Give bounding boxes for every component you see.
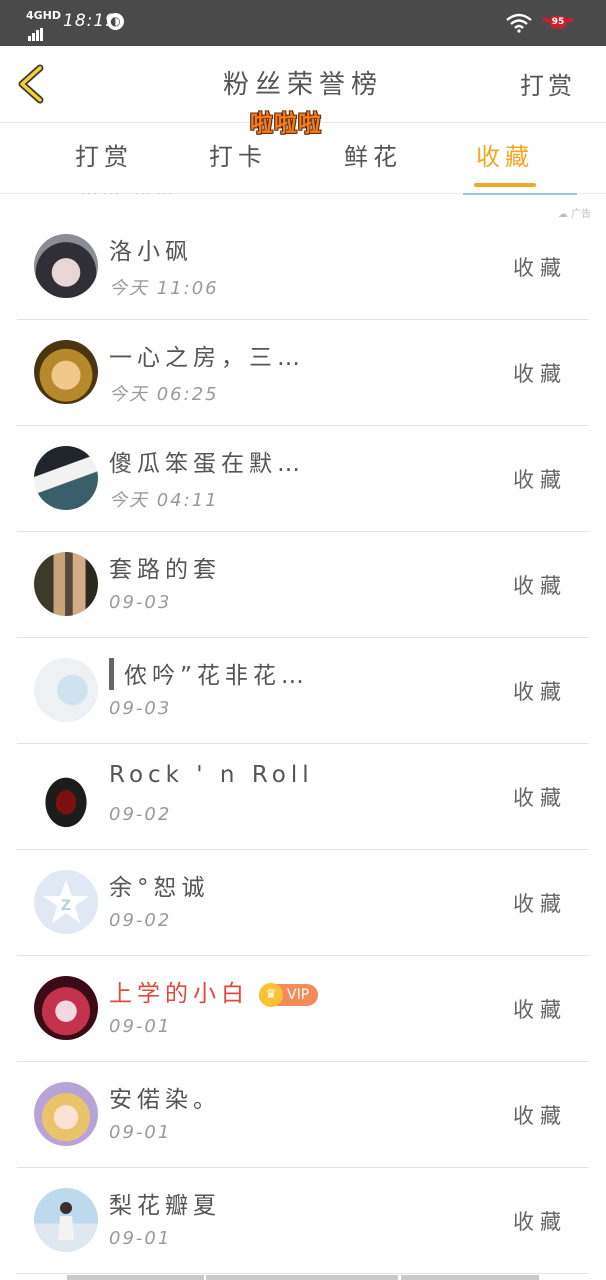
- active-tab-indicator: [474, 183, 536, 187]
- blonde-anime-avatar[interactable]: [34, 1082, 98, 1146]
- reward-button[interactable]: 打赏: [520, 66, 576, 101]
- collect-label: 收藏: [513, 1210, 567, 1234]
- bottom-shadow: [401, 1275, 539, 1280]
- dark-character-avatar[interactable]: [34, 764, 98, 828]
- list-item[interactable]: Rock ' n Roll 09-02 收藏: [17, 744, 589, 850]
- collect-label: 收藏: [513, 1104, 567, 1128]
- user-name: 安偌染。: [109, 1087, 221, 1113]
- vip-badge: ♛ VIP: [259, 982, 319, 1007]
- page-title: 粉丝荣誉榜: [222, 70, 383, 100]
- collect-date: 09-02: [109, 804, 172, 825]
- list-item[interactable]: Z 余°恕诚 09-02 收藏: [17, 850, 589, 956]
- battery-icon: 95: [543, 14, 573, 30]
- collect-date: 09-03: [109, 698, 172, 719]
- user-name: 傻瓜笨蛋在默…: [109, 451, 305, 477]
- user-name: 洛小砜: [109, 239, 193, 265]
- tab-reward[interactable]: 打赏: [75, 137, 133, 172]
- cut-off-banner-text: …… ……: [80, 180, 178, 194]
- collect-label: 收藏: [513, 362, 567, 386]
- collect-label: 收藏: [513, 680, 567, 704]
- anime-blur-avatar[interactable]: [34, 658, 98, 722]
- bottom-shadow: [206, 1275, 398, 1280]
- user-name: 余°恕诚: [109, 875, 210, 901]
- collect-label: 收藏: [513, 892, 567, 916]
- star-icon: Z: [43, 880, 89, 923]
- decorative-sticker-text: 啦啦啦: [250, 111, 322, 137]
- list-item[interactable]: 傻瓜笨蛋在默… 今天 04:11 收藏: [17, 426, 589, 532]
- user-name: 套路的套: [109, 557, 221, 583]
- collect-label: 收藏: [513, 998, 567, 1022]
- user-name: 侬吟”花非花…: [109, 656, 309, 690]
- anime-boy-avatar[interactable]: [34, 446, 98, 510]
- qq-default-avatar[interactable]: Z: [34, 870, 98, 934]
- list-item[interactable]: 安偌染。 09-01 收藏: [17, 1062, 589, 1168]
- collect-date: 今天 06:25: [109, 384, 219, 405]
- collect-label: 收藏: [513, 468, 567, 492]
- collect-label: 收藏: [513, 786, 567, 810]
- girl-photo-avatar[interactable]: [34, 1188, 98, 1252]
- tab-flowers[interactable]: 鲜花: [344, 137, 402, 172]
- collect-date: 09-01: [109, 1228, 172, 1249]
- list-item[interactable]: 一心之房，三… 今天 06:25 收藏: [17, 320, 589, 426]
- list-item[interactable]: 洛小砜 今天 11:06 收藏: [17, 214, 589, 320]
- user-name: 上学的小白 ♛ VIP: [109, 974, 319, 1008]
- tab-collect[interactable]: 收藏: [476, 137, 534, 172]
- list-item[interactable]: 上学的小白 ♛ VIP 09-01 收藏: [17, 956, 589, 1062]
- tab-checkin[interactable]: 打卡: [209, 137, 267, 172]
- status-bar: 4GHD 18:19 ◐ 95: [0, 0, 606, 46]
- collect-date: 今天 04:11: [109, 490, 219, 511]
- wifi-icon: [506, 13, 532, 33]
- quote-bar: [109, 657, 114, 690]
- red-anime-avatar[interactable]: [34, 976, 98, 1040]
- list-item[interactable]: 梨花瓣夏 09-01 收藏: [17, 1168, 589, 1274]
- anime-girl-avatar[interactable]: [34, 234, 98, 298]
- collect-label: 收藏: [513, 574, 567, 598]
- crown-icon: ♛: [259, 982, 283, 1007]
- globe-icon: ◐: [107, 13, 124, 30]
- user-name: 一心之房，三…: [109, 345, 305, 371]
- collect-date: 09-02: [109, 910, 172, 931]
- network-type: 4GHD: [26, 9, 62, 22]
- collect-date: 09-01: [109, 1122, 172, 1143]
- collector-list: 洛小砜 今天 11:06 收藏 一心之房，三… 今天 06:25 收藏 傻瓜笨蛋…: [0, 214, 606, 1274]
- bottom-shadow: [67, 1275, 204, 1280]
- list-item[interactable]: 侬吟”花非花… 09-03 收藏: [17, 638, 589, 744]
- collect-date: 09-01: [109, 1016, 172, 1037]
- collect-date: 今天 11:06: [109, 278, 219, 299]
- movie-couple-avatar[interactable]: [34, 552, 98, 616]
- collect-label: 收藏: [513, 256, 567, 280]
- doll-avatar[interactable]: [34, 340, 98, 404]
- list-item[interactable]: 套路的套 09-03 收藏: [17, 532, 589, 638]
- signal-icon: [28, 22, 44, 41]
- user-name: 梨花瓣夏: [109, 1193, 221, 1219]
- figure-icon: [58, 1202, 74, 1240]
- collect-date: 09-03: [109, 592, 172, 613]
- banner-divider: [463, 193, 577, 195]
- user-name: Rock ' n Roll: [109, 762, 314, 788]
- svg-text:Z: Z: [61, 898, 71, 914]
